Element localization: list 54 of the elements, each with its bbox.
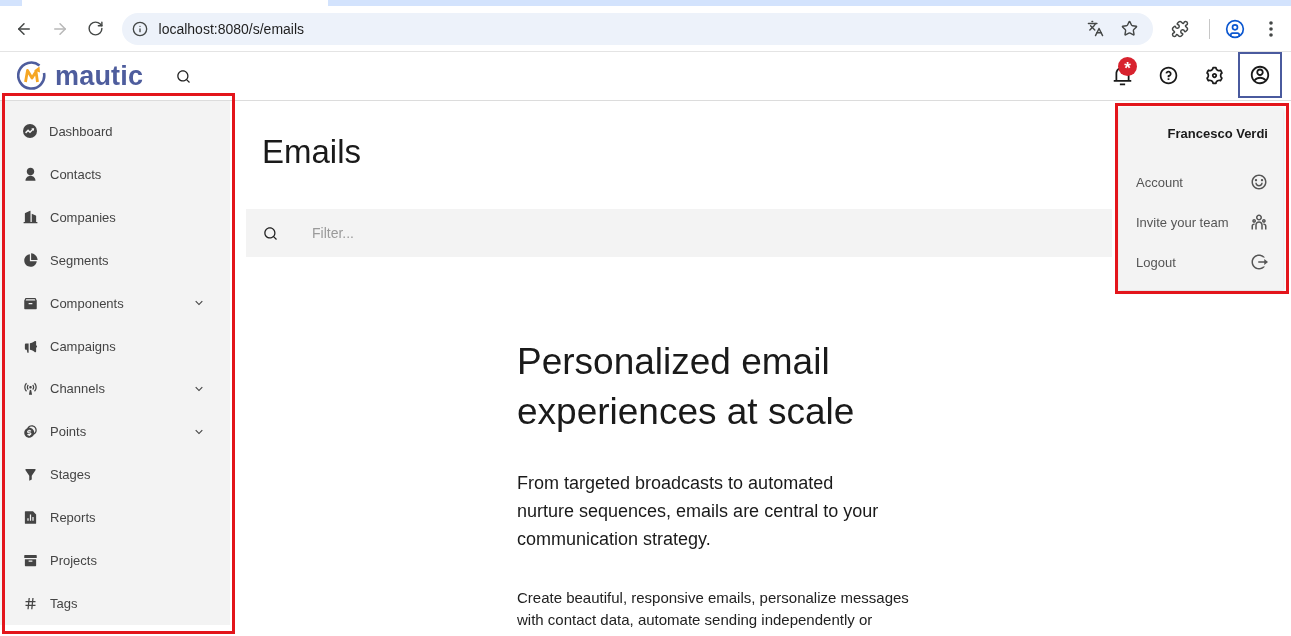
menu-item[interactable]: Invite your team (1136, 202, 1268, 242)
smiley-icon (1250, 173, 1268, 191)
logout-icon (1250, 253, 1268, 271)
settings-icon (1203, 64, 1225, 86)
hero-body-text: Create beautiful, responsive emails, personalize messages with contact data, automate sending independently or (517, 588, 910, 630)
star-icon[interactable] (1120, 20, 1138, 37)
hero-subtitle: From targeted broadcasts to automated nurture sequences, emails are central to your communication strategy. (517, 472, 880, 551)
broadcast-icon (23, 381, 38, 397)
menu-item[interactable]: Account (1136, 162, 1268, 202)
people-icon (1250, 213, 1268, 231)
nav-item[interactable]: Points (0, 410, 230, 454)
nav-item[interactable]: Segments (0, 238, 230, 282)
info-icon (131, 20, 148, 37)
menu-item[interactable]: Logout (1136, 242, 1268, 282)
logo-icon (17, 61, 47, 91)
notification-badge: * (1118, 57, 1137, 76)
box-icon (23, 295, 38, 311)
hero-heading: Personalized email experiences at scale (517, 340, 856, 434)
coins-icon (23, 424, 38, 440)
funnel-icon (23, 467, 38, 483)
translate-icon[interactable] (1086, 20, 1104, 37)
search-icon (263, 225, 278, 241)
puzzle-icon (1171, 19, 1190, 38)
trend-circle-icon (23, 124, 37, 139)
user-name: Francesco Verdi (1167, 125, 1268, 143)
megaphone-icon (23, 338, 38, 354)
nav-item[interactable]: Contacts (0, 152, 230, 196)
nav-item[interactable]: Dashboard (0, 110, 230, 153)
nav-item[interactable]: Reports (0, 496, 230, 540)
logo-text[interactable]: mautic (55, 60, 144, 92)
search-icon (175, 68, 191, 84)
help-icon (1157, 64, 1179, 86)
nav-item[interactable]: Companies (0, 195, 230, 239)
nav-item[interactable]: Stages (0, 453, 230, 497)
user-menu-button[interactable] (1238, 52, 1282, 98)
nav-item[interactable]: Campaigns (0, 324, 230, 368)
nav-item[interactable]: Tags (0, 582, 230, 626)
nav-item[interactable]: Components (0, 281, 230, 325)
profile-icon (1225, 18, 1246, 39)
archive-icon (23, 553, 38, 569)
address-bar[interactable]: localhost:8080/s/emails (121, 12, 1153, 45)
nav-item[interactable]: Channels (0, 367, 230, 411)
kebab-menu-icon (1269, 20, 1274, 37)
hashtag-icon (23, 596, 38, 612)
person-icon (23, 166, 38, 182)
page-title: Emails (262, 132, 362, 172)
nav-item[interactable]: Projects (0, 539, 230, 583)
file-chart-icon (23, 510, 38, 526)
notifications-button[interactable]: * (1100, 52, 1144, 98)
building-icon (23, 209, 38, 225)
pie-chart-icon (23, 252, 38, 268)
reload-icon (87, 20, 105, 37)
filter-input[interactable]: Filter... (312, 225, 552, 241)
url-text: localhost:8080/s/emails (158, 20, 305, 37)
